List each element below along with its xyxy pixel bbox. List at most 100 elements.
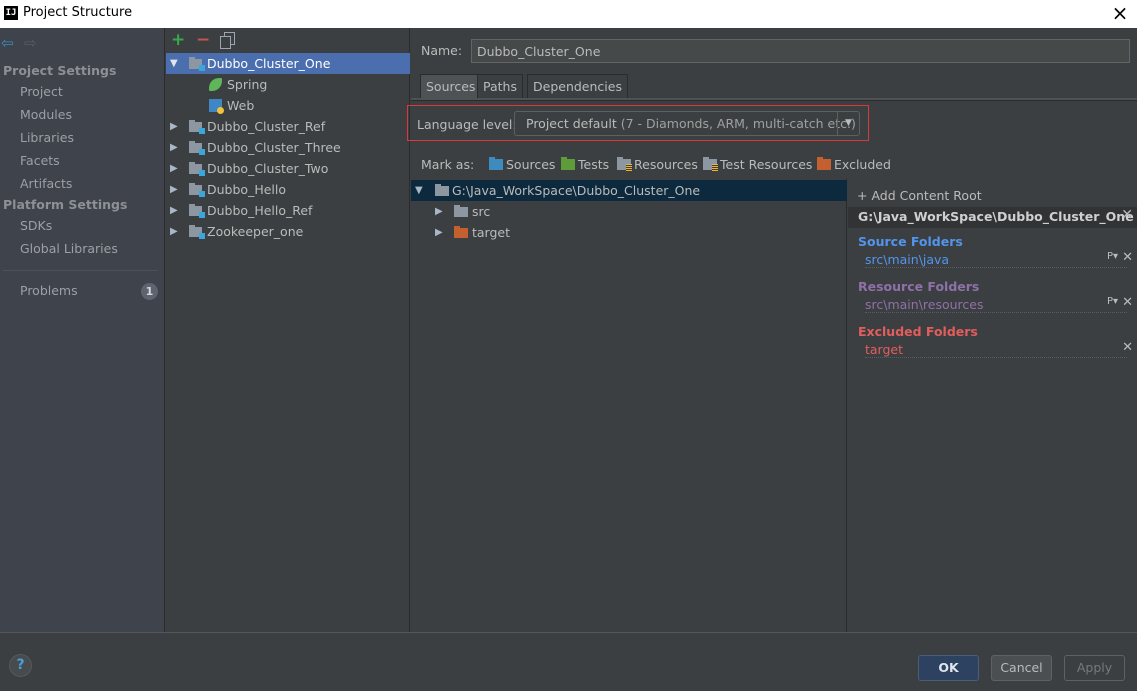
intellij-logo-icon: IJ <box>4 6 18 20</box>
spring-leaf-icon <box>209 78 222 91</box>
collapse-arrow-icon[interactable]: ▶ <box>170 200 178 221</box>
tab-underline <box>411 98 1137 101</box>
content-root-header: G:\Java_WorkSpace\Dubbo_Cluster_One ✕ <box>848 207 1137 228</box>
ok-button[interactable]: OK <box>918 655 979 681</box>
module-row-dubbo-cluster-two[interactable]: ▶ Dubbo_Cluster_Two <box>166 158 410 179</box>
module-row-zookeeper-one[interactable]: ▶ Zookeeper_one <box>166 221 410 242</box>
remove-content-root-icon[interactable]: ✕ <box>1121 207 1133 223</box>
sidebar-item-problems[interactable]: Problems <box>20 283 78 298</box>
module-name: Dubbo_Hello_Ref <box>207 203 313 218</box>
module-folder-icon <box>189 57 205 71</box>
language-level-dropdown[interactable]: Project default (7 - Diamonds, ARM, mult… <box>514 111 860 136</box>
module-folder-icon <box>189 204 205 218</box>
collapse-arrow-icon[interactable]: ▶ <box>435 222 443 243</box>
collapse-arrow-icon[interactable]: ▶ <box>170 137 178 158</box>
facet-row-spring[interactable]: Spring <box>166 74 410 95</box>
folder-name: target <box>472 225 511 240</box>
folder-row-src[interactable]: ▶ src <box>411 201 847 222</box>
resource-folders-title: Resource Folders <box>858 279 980 294</box>
module-folder-icon <box>189 183 205 197</box>
sidebar-divider <box>3 270 158 271</box>
sources-folder-icon <box>489 157 503 170</box>
chevron-down-icon[interactable]: ▼ <box>837 112 859 135</box>
module-name-input[interactable] <box>471 39 1130 63</box>
forward-arrow-icon[interactable]: ⇨ <box>24 34 37 52</box>
collapse-arrow-icon[interactable]: ▶ <box>170 158 178 179</box>
title-bar: IJ Project Structure × <box>0 0 1137 28</box>
excluded-folder-icon <box>454 226 468 238</box>
module-name: Dubbo_Cluster_Three <box>207 140 341 155</box>
excluded-folders-title: Excluded Folders <box>858 324 978 339</box>
folder-properties-icon[interactable]: P▾ <box>1106 251 1118 262</box>
remove-folder-icon[interactable]: ✕ <box>1122 340 1133 355</box>
mark-as-excluded-button[interactable]: Excluded <box>817 157 891 172</box>
cancel-button[interactable]: Cancel <box>991 655 1052 681</box>
module-row-dubbo-hello-ref[interactable]: ▶ Dubbo_Hello_Ref <box>166 200 410 221</box>
mark-as-test-resources-button[interactable]: Test Resources <box>703 157 812 172</box>
add-module-button[interactable]: + <box>171 30 185 50</box>
facet-name: Spring <box>227 77 268 92</box>
web-facet-icon <box>209 99 224 114</box>
resource-folder-item[interactable]: src\main\resources P▾ ✕ <box>865 295 1133 313</box>
tab-dependencies[interactable]: Dependencies <box>527 74 628 99</box>
mark-as-resources-button[interactable]: Resources <box>617 157 698 172</box>
folder-name: src <box>472 204 491 219</box>
facet-row-web[interactable]: Web <box>166 95 410 116</box>
module-name: Dubbo_Cluster_Ref <box>207 119 326 134</box>
sidebar-item-libraries[interactable]: Libraries <box>20 130 74 145</box>
expand-arrow-icon[interactable]: ▼ <box>415 180 423 201</box>
close-window-button[interactable]: × <box>1109 3 1131 25</box>
settings-sidebar: ⇦ ⇨ Project Settings Project Modules Lib… <box>0 28 165 632</box>
collapse-arrow-icon[interactable]: ▶ <box>170 221 178 242</box>
sidebar-item-sdks[interactable]: SDKs <box>20 218 52 233</box>
language-level-label: Language level: <box>417 117 517 132</box>
folder-icon <box>454 205 468 217</box>
help-icon[interactable]: ? <box>9 654 32 677</box>
sidebar-item-artifacts[interactable]: Artifacts <box>20 176 72 191</box>
remove-folder-icon[interactable]: ✕ <box>1122 295 1133 310</box>
sidebar-item-global-libraries[interactable]: Global Libraries <box>20 241 118 256</box>
collapse-arrow-icon[interactable]: ▶ <box>170 179 178 200</box>
source-folder-item[interactable]: src\main\java P▾ ✕ <box>865 250 1133 268</box>
mark-as-label: Mark as: <box>421 157 475 172</box>
test-resources-folder-icon <box>703 157 718 171</box>
resources-folder-icon <box>617 157 632 171</box>
collapse-arrow-icon[interactable]: ▶ <box>435 201 443 222</box>
excluded-folder-icon <box>817 157 831 170</box>
mark-as-tests-button[interactable]: Tests <box>561 157 609 172</box>
remove-folder-icon[interactable]: ✕ <box>1122 250 1133 265</box>
sidebar-item-modules[interactable]: Modules <box>20 107 72 122</box>
excluded-folder-item[interactable]: target ✕ <box>865 340 1133 358</box>
remove-module-button[interactable]: − <box>196 30 210 50</box>
module-folder-icon <box>189 225 205 239</box>
tab-sources[interactable]: Sources <box>420 74 482 99</box>
module-row-dubbo-hello[interactable]: ▶ Dubbo_Hello <box>166 179 410 200</box>
module-row-dubbo-cluster-three[interactable]: ▶ Dubbo_Cluster_Three <box>166 137 410 158</box>
module-name: Dubbo_Hello <box>207 182 286 197</box>
mark-as-sources-button[interactable]: Sources <box>489 157 555 172</box>
apply-button[interactable]: Apply <box>1064 655 1125 681</box>
sidebar-item-project[interactable]: Project <box>20 84 63 99</box>
dialog-footer: ? OK Cancel Apply <box>0 632 1137 691</box>
language-level-value: Project default (7 - Diamonds, ARM, mult… <box>526 116 856 131</box>
module-name: Dubbo_Cluster_Two <box>207 161 329 176</box>
folder-row-target[interactable]: ▶ target <box>411 222 847 243</box>
module-settings-panel: Name: Sources Paths Dependencies Languag… <box>407 28 1137 632</box>
copy-module-icon[interactable] <box>220 32 235 49</box>
tests-folder-icon <box>561 157 575 170</box>
window-title: Project Structure <box>23 5 133 20</box>
back-arrow-icon[interactable]: ⇦ <box>1 34 14 52</box>
module-row-dubbo-cluster-one[interactable]: ▼ Dubbo_Cluster_One <box>166 53 410 74</box>
content-root-path: G:\Java_WorkSpace\Dubbo_Cluster_One <box>858 209 1134 224</box>
folder-properties-icon[interactable]: P▾ <box>1106 296 1118 307</box>
expand-arrow-icon[interactable]: ▼ <box>170 53 178 74</box>
content-root-panel: + Add Content Root G:\Java_WorkSpace\Dub… <box>848 179 1137 632</box>
section-platform-settings: Platform Settings <box>3 197 128 212</box>
module-row-dubbo-cluster-ref[interactable]: ▶ Dubbo_Cluster_Ref <box>166 116 410 137</box>
tab-paths[interactable]: Paths <box>477 74 523 99</box>
sidebar-item-facets[interactable]: Facets <box>20 153 60 168</box>
collapse-arrow-icon[interactable]: ▶ <box>170 116 178 137</box>
section-project-settings: Project Settings <box>3 63 117 78</box>
folder-row-root[interactable]: ▼ G:\Java_WorkSpace\Dubbo_Cluster_One <box>411 180 847 201</box>
add-content-root-button[interactable]: + Add Content Root <box>857 188 982 203</box>
